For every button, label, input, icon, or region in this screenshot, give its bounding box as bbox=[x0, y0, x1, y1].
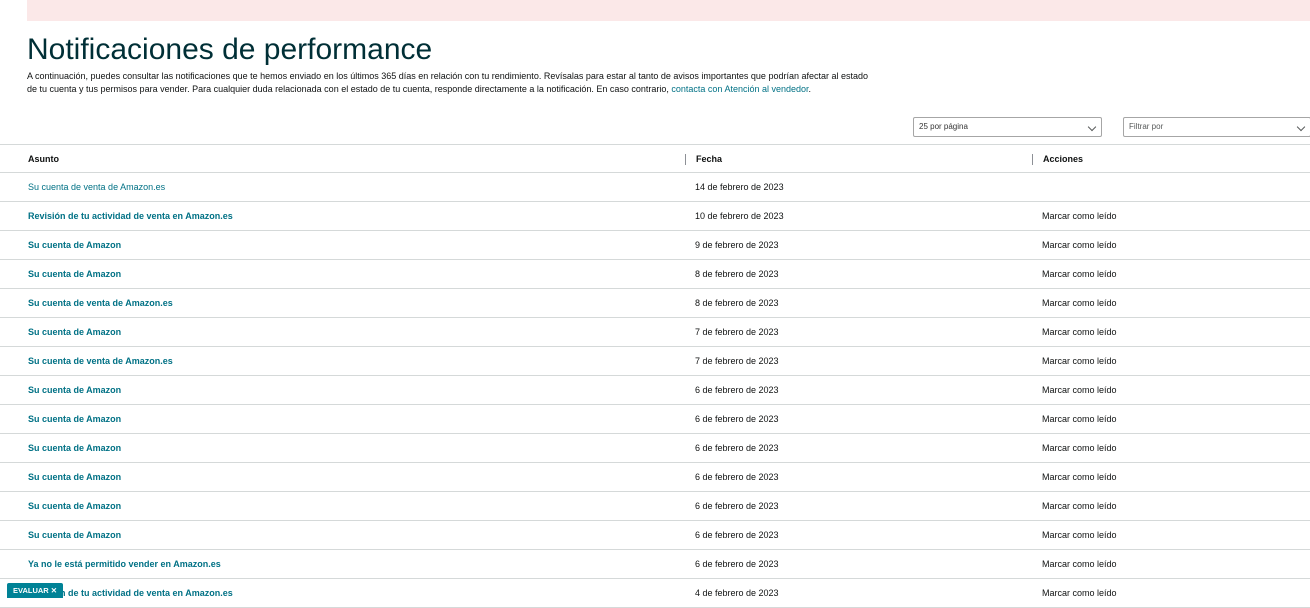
notification-date: 8 de febrero de 2023 bbox=[695, 269, 779, 279]
notification-date: 10 de febrero de 2023 bbox=[695, 211, 784, 221]
mark-as-read-action[interactable]: Marcar como leído bbox=[1042, 434, 1117, 462]
mark-as-read-action[interactable]: Marcar como leído bbox=[1042, 202, 1117, 230]
per-page-select[interactable]: 25 por página bbox=[913, 117, 1102, 137]
per-page-value: 25 por página bbox=[919, 122, 968, 131]
notification-date: 6 de febrero de 2023 bbox=[695, 530, 779, 540]
table-header: Asunto Fecha Acciones bbox=[0, 144, 1310, 173]
mark-as-read-action[interactable]: Marcar como leído bbox=[1042, 405, 1117, 433]
contact-seller-support-link[interactable]: contacta con Atención al vendedor bbox=[671, 84, 808, 94]
table-row: Ya no le está permitido vender en Amazon… bbox=[0, 550, 1310, 579]
notification-date: 6 de febrero de 2023 bbox=[695, 472, 779, 482]
table-row: Su cuenta de venta de Amazon.es 14 de feb… bbox=[0, 173, 1310, 202]
notification-date: 6 de febrero de 2023 bbox=[695, 501, 779, 511]
filter-placeholder: Filtrar por bbox=[1129, 122, 1164, 131]
notification-subject-link[interactable]: Su cuenta de Amazon bbox=[28, 376, 121, 404]
table-row: Su cuenta de Amazon 6 de febrero de 2023 M… bbox=[0, 463, 1310, 492]
notification-date: 9 de febrero de 2023 bbox=[695, 240, 779, 250]
mark-as-read-action[interactable]: Marcar como leído bbox=[1042, 231, 1117, 259]
table-row: Revisión de tu actividad de venta en Ama… bbox=[0, 579, 1310, 608]
notification-date: 7 de febrero de 2023 bbox=[695, 327, 779, 337]
page-title: Notificaciones de performance bbox=[27, 33, 433, 66]
mark-as-read-action[interactable]: Marcar como leído bbox=[1042, 376, 1117, 404]
table-body: Su cuenta de venta de Amazon.es 14 de feb… bbox=[0, 173, 1310, 608]
notification-subject-link[interactable]: Su cuenta de Amazon bbox=[28, 463, 121, 491]
notification-date: 6 de febrero de 2023 bbox=[695, 385, 779, 395]
notification-subject-link[interactable]: Revisión de tu actividad de venta en Ama… bbox=[28, 202, 233, 230]
table-row: Su cuenta de Amazon 8 de febrero de 2023 M… bbox=[0, 260, 1310, 289]
table-row: Su cuenta de Amazon 9 de febrero de 2023 M… bbox=[0, 231, 1310, 260]
mark-as-read-action[interactable]: Marcar como leído bbox=[1042, 550, 1117, 578]
mark-as-read-action[interactable]: Marcar como leído bbox=[1042, 289, 1117, 317]
table-row: Su cuenta de Amazon 6 de febrero de 2023 M… bbox=[0, 492, 1310, 521]
notification-subject-link[interactable]: Su cuenta de Amazon bbox=[28, 492, 121, 520]
mark-as-read-action[interactable]: Marcar como leído bbox=[1042, 579, 1117, 607]
mark-as-read-action[interactable]: Marcar como leído bbox=[1042, 318, 1117, 346]
intro-text: A continuación, puedes consultar las not… bbox=[27, 70, 877, 95]
notification-subject-link[interactable]: Su cuenta de Amazon bbox=[28, 231, 121, 259]
table-row: Su cuenta de Amazon 6 de febrero de 2023 M… bbox=[0, 521, 1310, 550]
table-row: Su cuenta de Amazon 6 de febrero de 2023 M… bbox=[0, 434, 1310, 463]
notification-subject-link[interactable]: Su cuenta de venta de Amazon.es bbox=[28, 289, 173, 317]
table-row: Su cuenta de Amazon 6 de febrero de 2023 M… bbox=[0, 376, 1310, 405]
chevron-down-icon bbox=[1087, 122, 1097, 132]
notification-subject-link[interactable]: Su cuenta de Amazon bbox=[28, 434, 121, 462]
mark-as-read-action[interactable]: Marcar como leído bbox=[1042, 521, 1117, 549]
notification-subject-link[interactable]: Su cuenta de Amazon bbox=[28, 318, 121, 346]
notification-subject-link[interactable]: Su cuenta de venta de Amazon.es bbox=[28, 173, 165, 201]
column-header-date[interactable]: Fecha bbox=[684, 145, 722, 173]
filter-select[interactable]: Filtrar por bbox=[1123, 117, 1310, 137]
mark-as-read-action[interactable]: Marcar como leído bbox=[1042, 347, 1117, 375]
table-row: Revisión de tu actividad de venta en Ama… bbox=[0, 202, 1310, 231]
mark-as-read-action[interactable]: Marcar como leído bbox=[1042, 492, 1117, 520]
mark-as-read-action[interactable]: Marcar como leído bbox=[1042, 463, 1117, 491]
notification-date: 6 de febrero de 2023 bbox=[695, 414, 779, 424]
notification-date: 7 de febrero de 2023 bbox=[695, 356, 779, 366]
chevron-down-icon bbox=[1296, 122, 1306, 132]
notification-date: 8 de febrero de 2023 bbox=[695, 298, 779, 308]
notification-date: 4 de febrero de 2023 bbox=[695, 588, 779, 598]
table-row: Su cuenta de venta de Amazon.es 7 de febr… bbox=[0, 347, 1310, 376]
notification-date: 6 de febrero de 2023 bbox=[695, 443, 779, 453]
notification-subject-link[interactable]: Ya no le está permitido vender en Amazon… bbox=[28, 550, 221, 578]
intro-end: . bbox=[808, 83, 812, 94]
notification-subject-link[interactable]: Su cuenta de Amazon bbox=[28, 521, 121, 549]
alert-banner bbox=[27, 0, 1310, 21]
column-header-subject[interactable]: Asunto bbox=[28, 145, 59, 173]
notification-subject-link[interactable]: Su cuenta de venta de Amazon.es bbox=[28, 347, 173, 375]
mark-as-read-action[interactable]: Marcar como leído bbox=[1042, 260, 1117, 288]
table-row: Su cuenta de Amazon 6 de febrero de 2023 M… bbox=[0, 405, 1310, 434]
column-header-actions: Acciones bbox=[1031, 145, 1083, 173]
notification-subject-link[interactable]: Su cuenta de Amazon bbox=[28, 405, 121, 433]
table-row: Su cuenta de venta de Amazon.es 8 de febr… bbox=[0, 289, 1310, 318]
notification-date: 6 de febrero de 2023 bbox=[695, 559, 779, 569]
table-row: Su cuenta de Amazon 7 de febrero de 2023 M… bbox=[0, 318, 1310, 347]
notification-date: 14 de febrero de 2023 bbox=[695, 182, 784, 192]
notification-subject-link[interactable]: Su cuenta de Amazon bbox=[28, 260, 121, 288]
notifications-table: Asunto Fecha Acciones Su cuenta de venta… bbox=[0, 144, 1310, 608]
